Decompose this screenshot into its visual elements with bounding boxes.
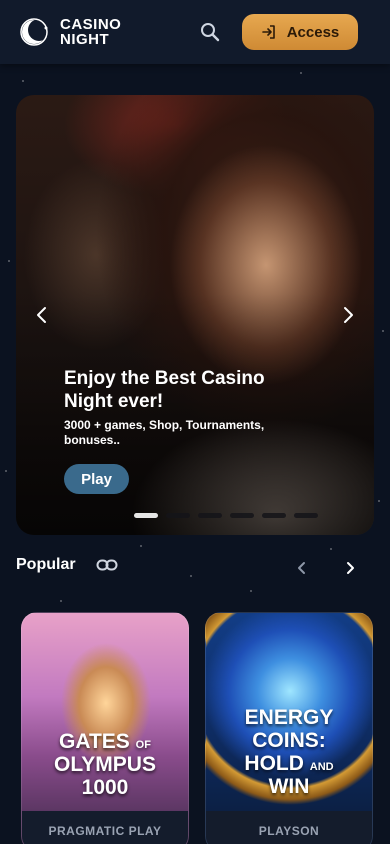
logo-line-2: NIGHT [60, 31, 110, 48]
game-provider: PLAYSON [206, 811, 372, 844]
section-title-popular: Popular [16, 556, 76, 573]
access-button[interactable]: Access [242, 14, 358, 50]
game-art-title: WIN [268, 775, 310, 798]
game-card[interactable]: ENERGY COINS: HOLD AND WIN PLAYSON [205, 612, 373, 844]
link-icon[interactable] [96, 556, 118, 574]
logo-text: CASINO NIGHT [60, 17, 121, 47]
hero-prev-button[interactable] [28, 301, 56, 329]
popular-prev-button[interactable] [294, 560, 310, 576]
moon-logo-icon [16, 14, 52, 50]
chevron-right-icon [344, 307, 353, 323]
search-icon [201, 23, 220, 42]
slide-dot[interactable] [166, 513, 190, 518]
slide-dot[interactable] [198, 513, 222, 518]
game-art-title: ENERGY [244, 706, 334, 729]
game-art-title: COINS: [252, 729, 326, 752]
logo-line-1: CASINO [60, 16, 122, 33]
hero-subtitle: 3000 + games, Shop, Tournaments, bonuses… [64, 418, 265, 447]
hero-title: Enjoy the Best Casino Night ever! [64, 368, 265, 412]
game-art-title: 1000 [81, 776, 129, 799]
search-button[interactable] [196, 18, 224, 46]
chevron-left-icon [298, 562, 305, 574]
hero-banner[interactable]: Enjoy the Best Casino Night ever! 3000 +… [16, 95, 374, 535]
popular-next-button[interactable] [342, 560, 358, 576]
access-label: Access [286, 23, 340, 41]
slide-indicators [134, 513, 318, 518]
game-art-title: OLYMPUS [54, 753, 156, 776]
game-provider: PRAGMATIC PLAY [22, 811, 188, 844]
login-icon [261, 25, 275, 39]
game-card[interactable]: GATES OF OLYMPUS 1000 PRAGMATIC PLAY [21, 612, 189, 844]
slide-dot[interactable] [262, 513, 286, 518]
chevron-left-icon [37, 307, 46, 323]
slide-dot[interactable] [294, 513, 318, 518]
slide-dot[interactable] [230, 513, 254, 518]
hero-play-button[interactable]: Play [64, 464, 129, 494]
hero-next-button[interactable] [334, 301, 362, 329]
logo[interactable]: CASINO NIGHT [16, 14, 121, 50]
slide-dot[interactable] [134, 513, 158, 518]
chevron-right-icon [347, 562, 354, 574]
top-bar: CASINO NIGHT Access [0, 0, 390, 64]
